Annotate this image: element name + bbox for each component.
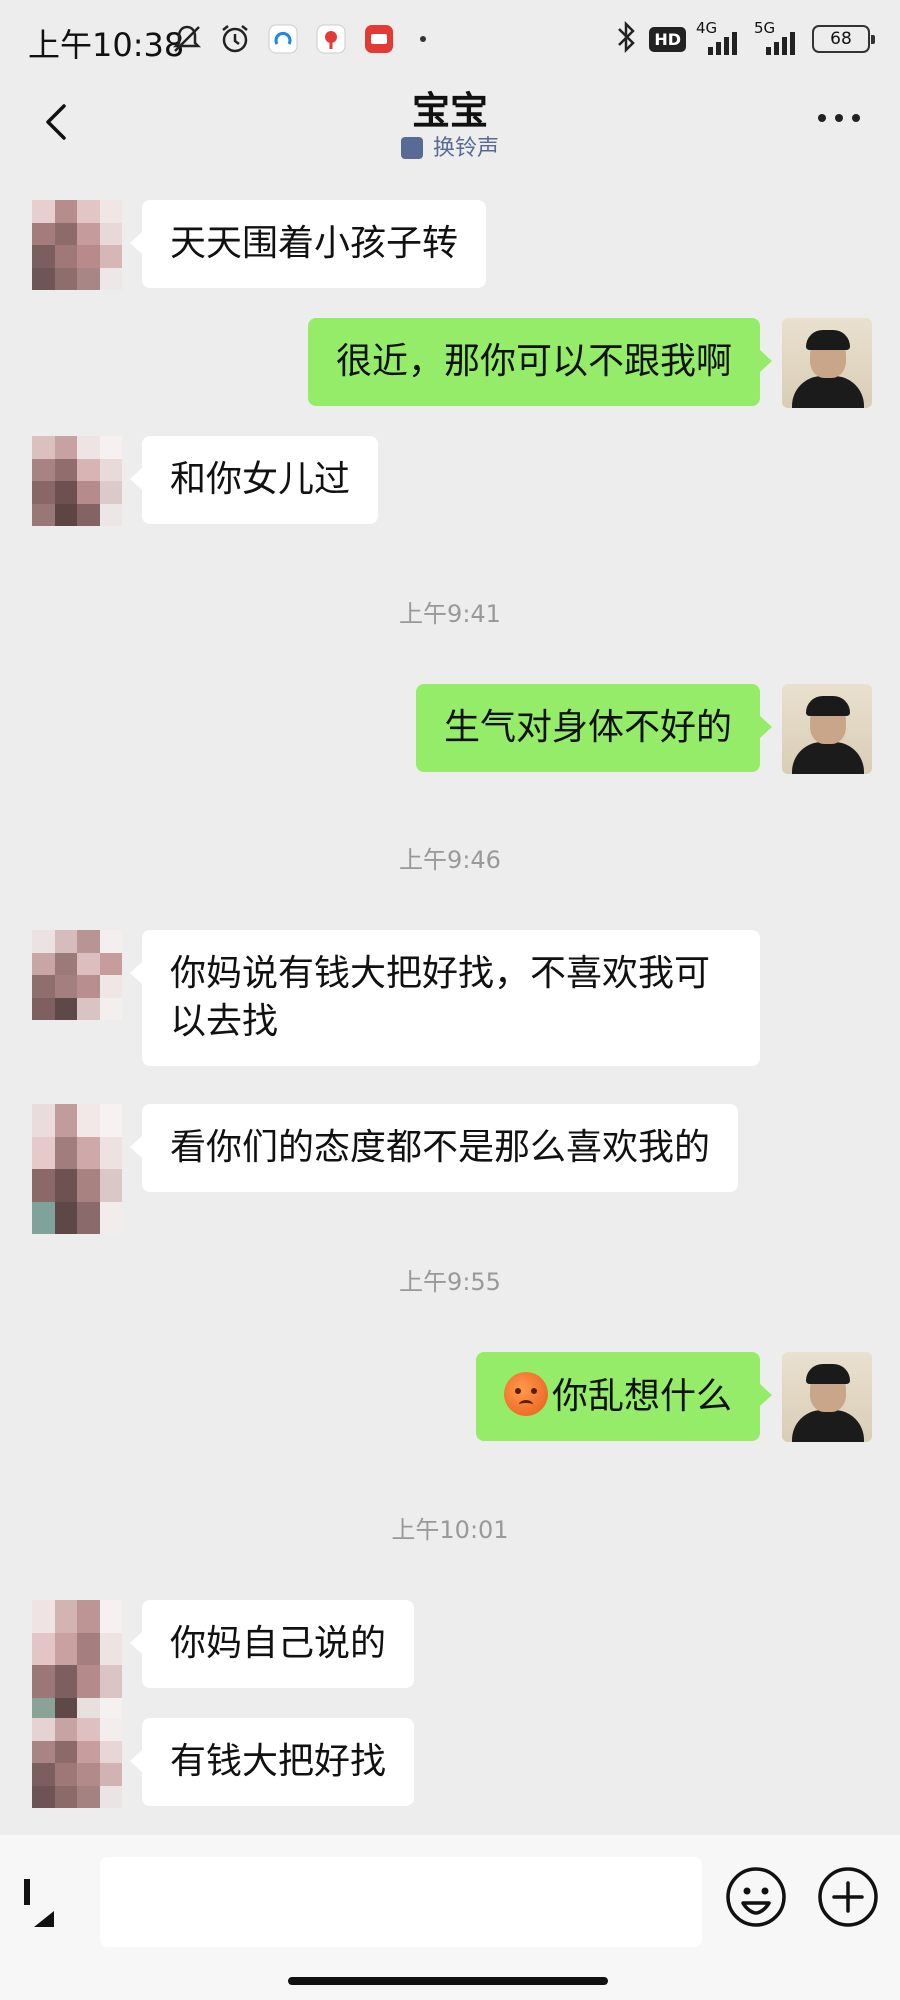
contact-avatar[interactable]	[32, 1600, 122, 1730]
input-bar	[0, 1835, 900, 2000]
message-row-outgoing: 你乱想什么	[0, 1352, 900, 1452]
shopping-app-icon	[362, 22, 396, 56]
status-icons-left	[170, 22, 426, 56]
message-bubble[interactable]: 生气对身体不好的	[415, 684, 773, 772]
message-row-outgoing: 生气对身体不好的	[0, 684, 900, 784]
my-avatar[interactable]	[782, 318, 872, 408]
message-bubble[interactable]: 很近，那你可以不跟我啊	[307, 318, 773, 406]
voice-input-button[interactable]	[18, 1875, 78, 1935]
more-options-button[interactable]	[818, 114, 860, 122]
contact-avatar[interactable]	[32, 1718, 122, 1808]
home-indicator[interactable]	[288, 1977, 608, 1985]
message-bubble[interactable]: 看你们的态度都不是那么喜欢我的	[129, 1104, 739, 1192]
message-bubble[interactable]: 和你女儿过	[129, 436, 379, 524]
bluetooth-icon	[613, 20, 639, 58]
message-bubble[interactable]: 你乱想什么	[475, 1352, 773, 1441]
more-notifications-dot	[420, 36, 426, 42]
timestamp: 上午9:55	[399, 1268, 501, 1296]
contact-name: 宝宝	[411, 89, 488, 133]
message-row-incoming: 和你女儿过	[0, 436, 900, 536]
signal-5g-icon: 5G	[754, 21, 802, 57]
message-bubble[interactable]: 你妈说有钱大把好找，不喜欢我可以去找	[130, 930, 760, 1066]
message-list[interactable]: 天天围着小孩子转 很近，那你可以不跟我啊 和你女儿过 上午9:41 生气对身体不…	[0, 170, 900, 1835]
message-row-incoming: 你妈自己说的	[0, 1600, 900, 1730]
message-row-incoming: 天天围着小孩子转	[0, 200, 900, 300]
mute-bell-icon	[170, 22, 204, 56]
emoji-button[interactable]	[724, 1865, 788, 1929]
message-bubble[interactable]: 有钱大把好找	[129, 1718, 415, 1806]
my-avatar[interactable]	[782, 1352, 872, 1442]
message-row-incoming: 你妈说有钱大把好找，不喜欢我可以去找	[0, 930, 900, 1080]
contact-avatar[interactable]	[32, 930, 122, 1020]
plus-icon	[818, 1867, 878, 1927]
battery-indicator: 68	[812, 25, 875, 53]
my-avatar[interactable]	[782, 684, 872, 774]
change-ringtone-link[interactable]: 换铃声	[0, 130, 900, 162]
message-bubble[interactable]: 天天围着小孩子转	[129, 200, 487, 288]
timestamp: 上午9:46	[399, 846, 501, 874]
worried-face-emoji-icon	[503, 1372, 548, 1416]
status-bar: 上午10:38 HD 4G 5G 68	[0, 0, 900, 80]
alarm-clock-icon	[218, 22, 252, 56]
voice-icon	[24, 1879, 54, 1927]
chat-header: 宝宝 换铃声	[0, 80, 900, 170]
message-text: 你乱想什么	[551, 1376, 732, 1417]
timestamp: 上午10:01	[391, 1516, 509, 1544]
smiley-icon	[726, 1867, 786, 1927]
timestamp: 上午9:41	[399, 600, 501, 628]
ringtone-icon	[400, 137, 423, 159]
contact-avatar[interactable]	[32, 1104, 122, 1234]
status-icons-right: HD 4G 5G 68	[613, 20, 875, 58]
more-functions-button[interactable]	[816, 1865, 880, 1929]
hd-voice-badge: HD	[649, 26, 686, 52]
change-ringtone-label: 换铃声	[432, 136, 499, 161]
message-bubble[interactable]: 你妈自己说的	[129, 1600, 415, 1688]
signal-4g-icon: 4G	[696, 21, 744, 57]
status-time: 上午10:38	[28, 26, 185, 64]
message-input[interactable]	[100, 1857, 702, 1947]
message-row-incoming: 看你们的态度都不是那么喜欢我的	[0, 1104, 900, 1234]
message-row-outgoing: 很近，那你可以不跟我啊	[0, 318, 900, 418]
contact-avatar[interactable]	[32, 436, 122, 526]
contact-avatar[interactable]	[32, 200, 122, 290]
message-row-incoming: 有钱大把好找	[0, 1718, 900, 1818]
map-pin-app-icon	[314, 22, 348, 56]
app-notification-icon	[266, 22, 300, 56]
